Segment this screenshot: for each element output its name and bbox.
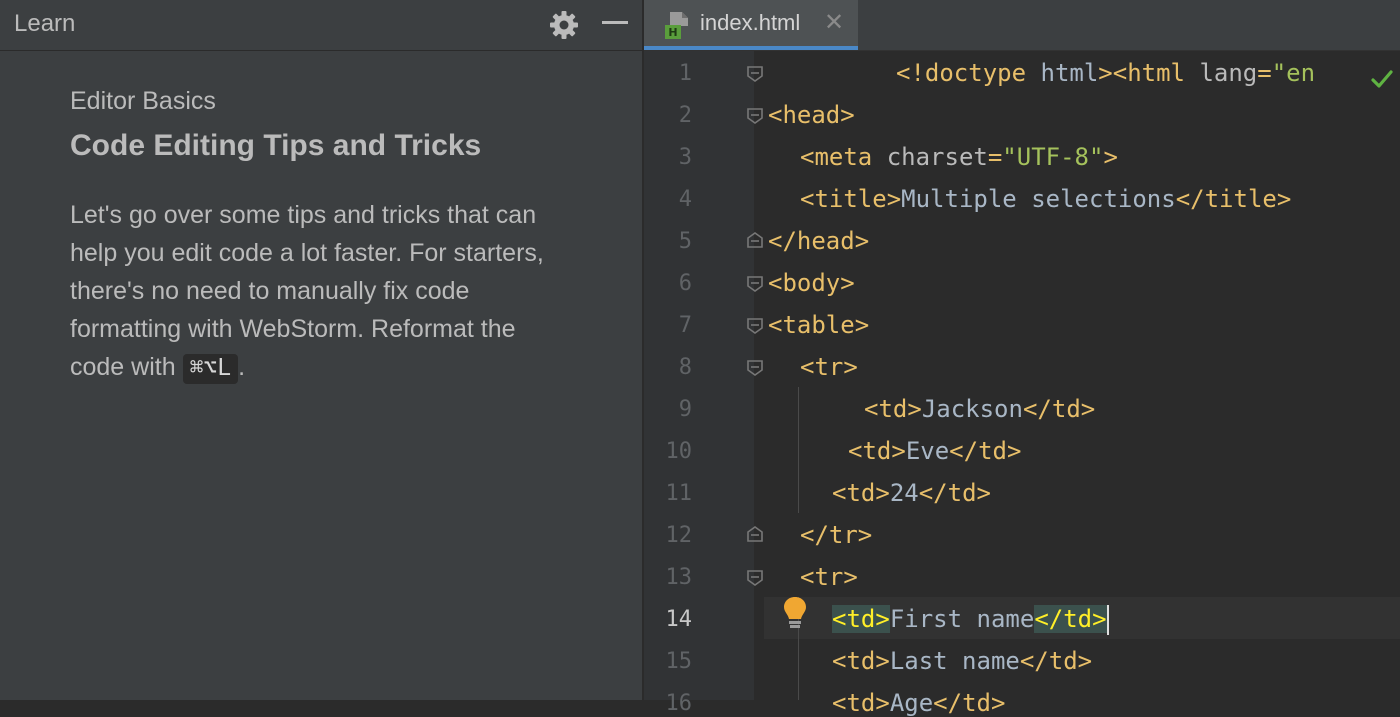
code-token-tag: <head> [768,101,855,129]
code-token-tag: <body> [768,269,855,297]
code-editor[interactable]: 1 2 3 4 5 6 7 8 9 10 11 12 13 14 15 16 <… [644,51,1400,717]
code-token-tag: <td>Eve</td> [848,437,1022,465]
code-token-tag: <meta charset="UTF-8"> [800,143,1118,171]
code-line[interactable]: <td>24</td> [832,479,991,507]
fold-end-marker-icon[interactable] [746,231,764,249]
code-token-tag: <td>Last name</td> [832,647,1093,675]
line-number: 10 [665,439,693,464]
ide-window: Learn Editor Basics Code Editing Tips an… [0,0,1400,717]
code-line[interactable]: <table> [768,311,869,339]
code-token-tag: <tr> [800,563,858,591]
fold-marker-icon[interactable] [746,65,764,83]
lesson-title: Code Editing Tips and Tricks [70,129,482,162]
check-icon[interactable] [1370,67,1394,91]
lesson-text-end: . [238,353,246,381]
code-line[interactable]: </tr> [800,521,872,549]
lesson-text: Let's go over some tips and tricks that … [70,201,544,381]
code-line[interactable]: <tr> [800,563,858,591]
code-line[interactable]: <body> [768,269,855,297]
indent-guide [798,387,799,513]
svg-text:H: H [668,26,677,39]
code-token-tag: <tr> [800,353,858,381]
code-token-tag: <td>Age</td> [832,689,1006,717]
line-number: 9 [678,397,692,422]
shortcut-badge[interactable]: ⌘⌥L [182,354,239,384]
line-number: 15 [665,649,693,674]
fold-marker-icon[interactable] [746,569,764,587]
fold-marker-icon[interactable] [746,317,764,335]
code-line-current[interactable]: <td>First name</td> [832,605,1109,635]
code-line[interactable]: <td>Last name</td> [832,647,1092,675]
line-number: 4 [678,187,692,212]
active-tab-indicator [644,46,858,50]
line-number: 5 [678,229,692,254]
code-line[interactable]: <!doctype html><html lang="en [896,59,1315,87]
code-line[interactable]: </head> [768,227,869,255]
learn-panel-header: Learn [0,0,642,51]
code-line[interactable]: <td>Eve</td> [848,437,1021,465]
fold-marker-icon[interactable] [746,359,764,377]
learn-panel: Learn Editor Basics Code Editing Tips an… [0,0,642,700]
line-number: 8 [678,355,692,380]
code-line[interactable]: <tr> [800,353,858,381]
fold-marker-icon[interactable] [746,107,764,125]
code-line[interactable]: <td>Age</td> [832,689,1005,717]
html-file-icon: H [665,12,688,39]
code-token-tag: </tr> [800,521,873,549]
lesson-description: Let's go over some tips and tricks that … [70,196,570,387]
minimize-icon[interactable] [602,21,628,24]
tab-index-html[interactable]: H index.html ✕ [644,0,858,50]
code-token-tag: </head> [768,227,870,255]
line-number: 7 [678,313,692,338]
code-line[interactable]: <meta charset="UTF-8"> [800,143,1118,171]
lightbulb-icon[interactable] [782,595,808,631]
line-number: 16 [665,691,693,716]
code-token-tag: <td>Jackson</td> [864,395,1096,423]
line-number: 11 [665,481,693,506]
close-icon[interactable]: ✕ [824,8,844,36]
line-number: 2 [678,103,692,128]
code-token-tag: <table> [768,311,870,339]
code-token-tag: <!doctype html><html lang="en [896,59,1316,87]
code-line[interactable]: <title>Multiple selections</title> [800,185,1291,213]
line-number: 1 [678,61,692,86]
line-number: 6 [678,271,692,296]
text-caret [1106,605,1109,635]
code-token-tag: <title>Multiple selections</title> [800,185,1292,213]
tab-label: index.html [700,10,801,35]
lesson-module-title: Editor Basics [70,87,216,115]
code-token-tag: <td>First name</td> [832,605,1107,633]
learn-panel-title: Learn [14,10,76,37]
gear-icon[interactable] [548,9,580,41]
line-number: 3 [678,145,692,170]
line-number: 13 [665,565,693,590]
line-number: 12 [665,523,693,548]
code-token-tag: <td>24</td> [832,479,991,507]
editor-tab-bar: H index.html ✕ [644,0,1400,51]
fold-marker-icon[interactable] [746,275,764,293]
code-line[interactable]: <td>Jackson</td> [864,395,1095,423]
code-line[interactable]: <head> [768,101,855,129]
fold-end-marker-icon[interactable] [746,525,764,543]
line-number-current: 14 [665,607,693,632]
